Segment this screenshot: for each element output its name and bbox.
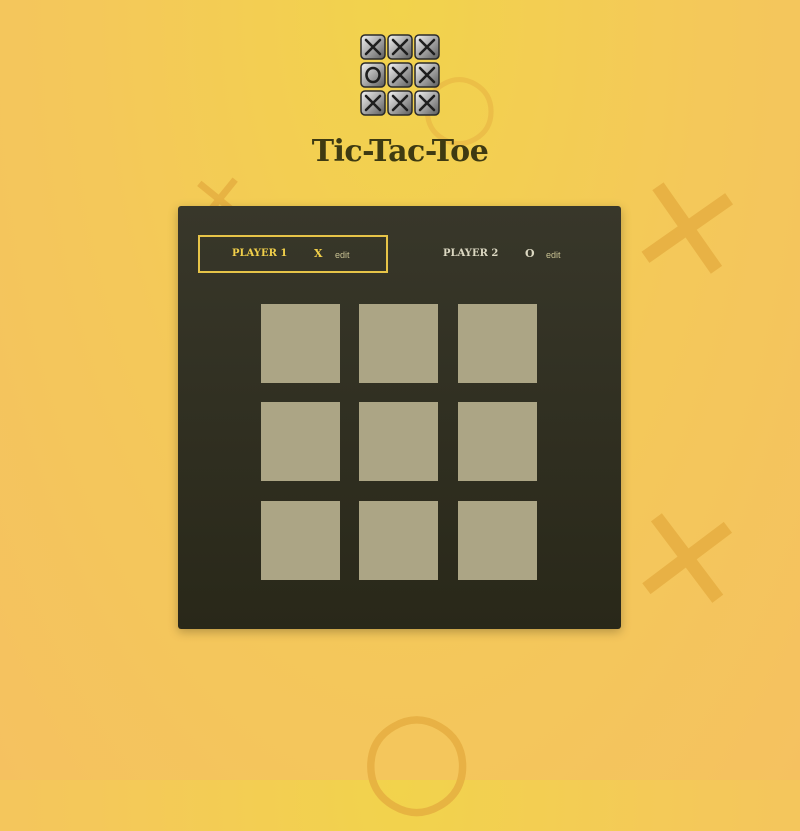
board-cell-3[interactable] <box>458 304 537 383</box>
board-cell-6[interactable] <box>458 402 537 481</box>
game-panel: PLAYER 1 X edit PLAYER 2 O edit <box>178 206 621 629</box>
player-2-edit-button[interactable]: edit <box>546 250 561 260</box>
player-1-panel: PLAYER 1 X edit <box>198 235 388 273</box>
board-cell-4[interactable] <box>261 402 340 481</box>
board-cell-7[interactable] <box>261 501 340 580</box>
player-1-name: PLAYER 1 <box>232 248 288 259</box>
player-2-panel: PLAYER 2 O edit <box>421 235 611 273</box>
board-cell-5[interactable] <box>359 402 438 481</box>
player-1-symbol: X <box>314 247 323 260</box>
player-2-symbol: O <box>525 247 535 260</box>
board-cell-1[interactable] <box>261 304 340 383</box>
player-2-name: PLAYER 2 <box>443 248 499 259</box>
board-cell-8[interactable] <box>359 501 438 580</box>
player-1-edit-button[interactable]: edit <box>335 250 350 260</box>
tic-tac-toe-logo-icon <box>360 33 440 117</box>
background-o-mark-icon: ○ <box>360 679 474 831</box>
game-board <box>261 304 537 580</box>
background-x-mark-icon: ✕ <box>617 472 757 651</box>
page-title: Tic-Tac-Toe <box>311 134 489 169</box>
board-cell-9[interactable] <box>458 501 537 580</box>
board-cell-2[interactable] <box>359 304 438 383</box>
